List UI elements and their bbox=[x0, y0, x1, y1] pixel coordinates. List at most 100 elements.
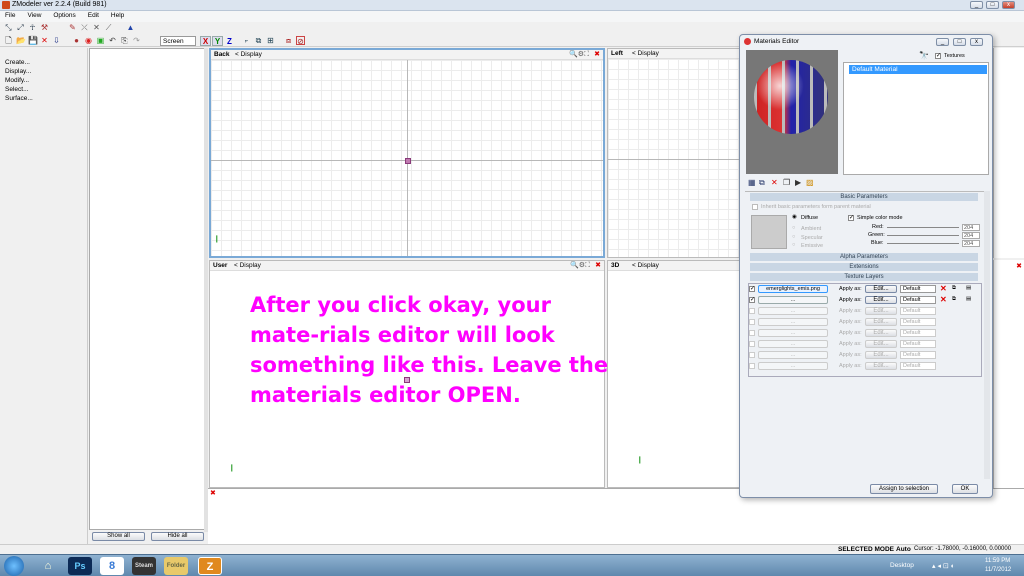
edit-button[interactable]: Edit... bbox=[865, 362, 897, 370]
layer2-checkbox[interactable]: ✓ bbox=[749, 297, 755, 303]
layer-checkbox[interactable] bbox=[749, 341, 755, 347]
play-icon[interactable]: ▶ bbox=[795, 178, 801, 187]
red-value[interactable]: 204 bbox=[962, 224, 980, 231]
figure-icon[interactable]: ☥ bbox=[28, 23, 37, 32]
hide-all-button[interactable]: Hide all bbox=[151, 532, 204, 541]
axis-y-button[interactable]: Y bbox=[212, 36, 223, 46]
box-icon[interactable]: ⧉ bbox=[254, 36, 263, 45]
ignore-icon[interactable]: ⊘ bbox=[296, 36, 305, 46]
clock-date[interactable]: 11/7/2012 bbox=[985, 567, 1011, 573]
start-button-icon[interactable] bbox=[4, 556, 24, 576]
layer-texture-button[interactable]: ... bbox=[758, 307, 828, 315]
red-slider[interactable] bbox=[887, 227, 959, 228]
blue-value[interactable]: 204 bbox=[962, 240, 980, 247]
scene-scrollbar[interactable] bbox=[204, 48, 208, 532]
tool-icon[interactable]: ⚒ bbox=[40, 23, 49, 32]
apply-mode-dropdown[interactable]: Default bbox=[900, 340, 936, 348]
close-button[interactable]: x bbox=[1002, 1, 1015, 9]
binoculars-icon[interactable]: 🔭 bbox=[919, 51, 929, 60]
layer-checkbox[interactable] bbox=[749, 308, 755, 314]
editor-minimize-button[interactable]: _ bbox=[936, 38, 949, 46]
tray-icons[interactable]: ▴ ◂ ⊡ ◐ bbox=[932, 562, 955, 570]
layer-texture-button[interactable]: ... bbox=[758, 362, 828, 370]
emissive-radio-icon[interactable]: ○ bbox=[792, 242, 795, 248]
layer-checkbox[interactable] bbox=[749, 330, 755, 336]
select-tool-icon[interactable]: ⤡ bbox=[4, 23, 13, 32]
axis-tool-icon[interactable]: ⤫ bbox=[80, 23, 89, 32]
display-menu[interactable]: < Display bbox=[235, 51, 262, 58]
menu-view[interactable]: View bbox=[27, 12, 41, 19]
copy-icon[interactable]: ⎘ bbox=[120, 36, 129, 45]
axis-x-button[interactable]: X bbox=[200, 36, 211, 46]
lock-icon[interactable]: ⧈ bbox=[284, 36, 293, 45]
layer-checkbox[interactable] bbox=[749, 363, 755, 369]
layer-paste-icon[interactable]: ▤ bbox=[966, 296, 971, 302]
materials-editor-window[interactable]: Materials Editor _ □ x 🔭 ✓ Textures Defa… bbox=[739, 34, 993, 498]
menu-edit[interactable]: Edit bbox=[88, 12, 99, 19]
menu-help[interactable]: Help bbox=[111, 12, 124, 19]
create-item[interactable]: Create... bbox=[0, 58, 87, 67]
layer-texture-button[interactable]: ... bbox=[758, 318, 828, 326]
apply-mode-dropdown[interactable]: Default bbox=[900, 285, 936, 293]
import-icon[interactable]: ⇩ bbox=[52, 36, 61, 45]
select-mode-icon[interactable]: ⤢ bbox=[16, 23, 25, 32]
sphere-icon[interactable]: ● bbox=[72, 36, 81, 45]
viewport-zoom-icon[interactable]: 🔍⚙⛶ bbox=[569, 50, 589, 59]
edit-button[interactable]: Edit... bbox=[865, 318, 897, 326]
edit-button[interactable]: Edit... bbox=[865, 285, 897, 293]
layer2-texture-button[interactable]: ... bbox=[758, 296, 828, 304]
folder-icon[interactable]: Folder bbox=[164, 557, 188, 575]
layer-texture-button[interactable]: ... bbox=[758, 329, 828, 337]
viewport-close-icon[interactable]: ✖ bbox=[1016, 262, 1022, 270]
material-icon[interactable]: ◉ bbox=[84, 36, 93, 45]
viewport-back[interactable]: Back < Display ✖ 🔍⚙⛶ ┃ bbox=[209, 48, 605, 258]
delete-material-icon[interactable]: ✕ bbox=[771, 178, 778, 187]
diffuse-radio-icon[interactable]: ◉ bbox=[792, 214, 797, 220]
layer-paste-icon[interactable]: ▤ bbox=[966, 285, 971, 291]
display-menu[interactable]: < Display bbox=[632, 262, 659, 269]
menu-options[interactable]: Options bbox=[53, 12, 75, 19]
display-menu[interactable]: < Display bbox=[632, 50, 659, 57]
viewport-close-icon[interactable]: ✖ bbox=[594, 50, 600, 58]
edit-button[interactable]: Edit... bbox=[865, 329, 897, 337]
redo-icon[interactable]: ↷ bbox=[132, 36, 141, 45]
render-icon[interactable]: ▲ bbox=[126, 23, 135, 32]
alpha-parameters-header[interactable]: Alpha Parameters bbox=[750, 253, 978, 261]
green-slider[interactable] bbox=[887, 235, 959, 236]
green-value[interactable]: 204 bbox=[962, 232, 980, 239]
scene-tree-panel[interactable] bbox=[89, 48, 208, 530]
new-file-icon[interactable]: 🗋 bbox=[4, 36, 13, 45]
viewport-3d[interactable]: 3D < Display ┃ bbox=[607, 260, 741, 488]
material-list[interactable]: Default Material bbox=[843, 62, 989, 175]
palette-icon[interactable]: ▨ bbox=[806, 178, 814, 187]
apply-mode-dropdown[interactable]: Default bbox=[900, 329, 936, 337]
modify-item[interactable]: Modify... bbox=[0, 76, 87, 85]
layer-copy-icon[interactable]: ⧉ bbox=[952, 296, 956, 303]
pivot-point[interactable] bbox=[405, 158, 411, 164]
simple-color-checkbox[interactable]: ✓ bbox=[848, 215, 854, 221]
open-file-icon[interactable]: 📂 bbox=[16, 36, 26, 45]
layer-checkbox[interactable] bbox=[749, 352, 755, 358]
ambient-radio-icon[interactable]: ○ bbox=[792, 225, 795, 231]
editor-close-button[interactable]: x bbox=[970, 38, 983, 46]
zmodeler-taskbar-icon[interactable]: Z bbox=[198, 557, 222, 575]
color-swatch[interactable] bbox=[751, 215, 787, 249]
axis-z-button[interactable]: Z bbox=[224, 36, 235, 46]
ok-button[interactable]: OK bbox=[952, 484, 978, 494]
apply-mode-dropdown[interactable]: Default bbox=[900, 351, 936, 359]
editor-restore-button[interactable]: □ bbox=[953, 38, 966, 46]
material-list-item[interactable]: Default Material bbox=[849, 65, 987, 74]
save-icon[interactable]: 💾 bbox=[28, 36, 38, 45]
viewport-zoom-icon[interactable]: 🔍⚙⛶ bbox=[570, 261, 590, 270]
screen-dropdown[interactable]: Screen bbox=[160, 36, 196, 46]
blue-slider[interactable] bbox=[887, 243, 959, 244]
copy-material-icon[interactable]: ⧉ bbox=[759, 178, 765, 188]
layer-texture-button[interactable]: ... bbox=[758, 340, 828, 348]
remove-layer-icon[interactable]: ✕ bbox=[940, 296, 947, 304]
show-all-button[interactable]: Show all bbox=[92, 532, 145, 541]
explorer-icon[interactable]: ⌂ bbox=[36, 557, 60, 575]
basic-parameters-header[interactable]: Basic Parameters bbox=[750, 193, 978, 201]
apply-mode-dropdown[interactable]: Default bbox=[900, 362, 936, 370]
texture-layers-header[interactable]: Texture Layers bbox=[750, 273, 978, 281]
viewport-close-icon[interactable]: ✖ bbox=[595, 261, 601, 269]
